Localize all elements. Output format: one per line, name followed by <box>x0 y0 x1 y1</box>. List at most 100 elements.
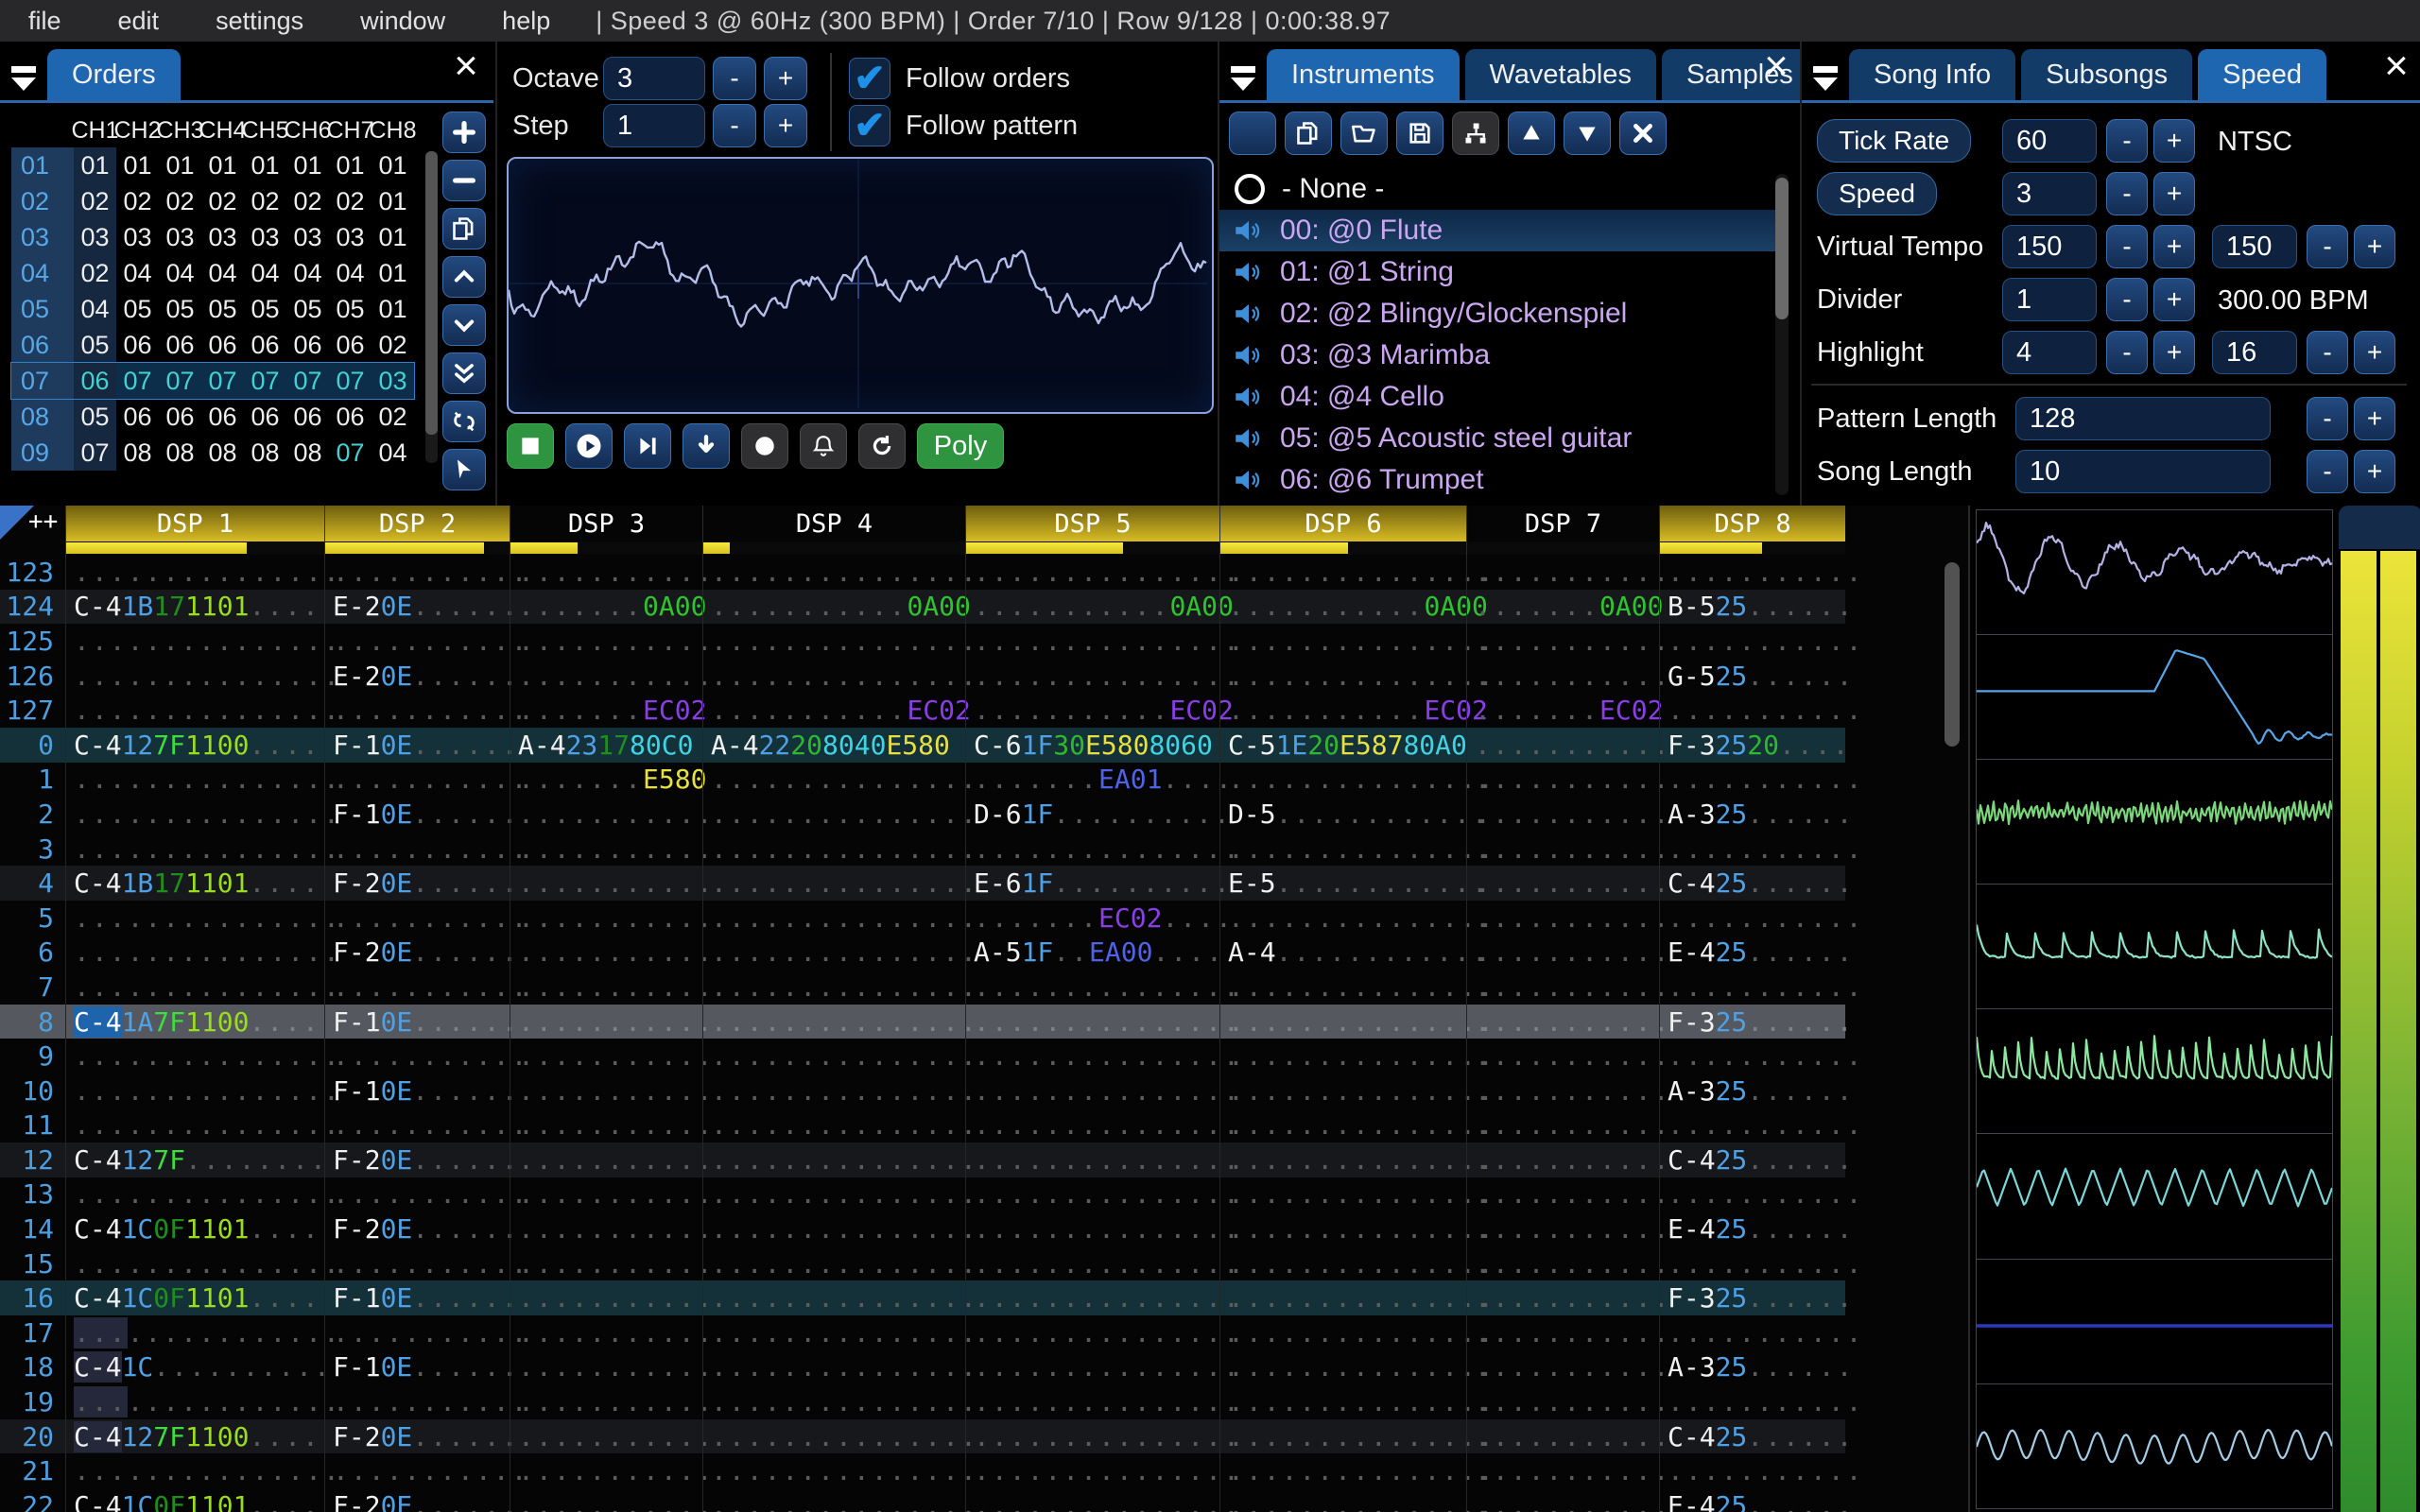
order-cell[interactable]: 01 <box>74 147 116 183</box>
pattern-cell[interactable]: C-4 1C 0F 1101.... <box>65 1211 324 1246</box>
pattern-cell[interactable]: F-2 0E...... <box>324 1488 517 1512</box>
unlink-button[interactable] <box>442 401 486 442</box>
pattern-row-126[interactable]: 126............... E-2 0E.................… <box>0 658 1852 694</box>
pattern-cell[interactable]: G-5 25...... <box>1659 658 1852 694</box>
duplicate-button[interactable] <box>1285 112 1332 155</box>
pattern-cell[interactable]: ........... <box>324 693 527 728</box>
pattern-row-4[interactable]: 4 C-4 1B 17 1101.... F-2 0E...................… <box>0 866 1852 901</box>
menu-help[interactable]: help <box>474 7 579 36</box>
octave-input[interactable]: 3 <box>603 57 705 100</box>
pattern-row-8[interactable]: 8 C-4 1A 7F 1100.... F-1 0E...................… <box>0 1004 1852 1040</box>
pattern-row-124[interactable]: 124 C-4 1B 17 1101.... E-2 0E............. 0A00… <box>0 589 1852 625</box>
pattern-cell[interactable]: C-5 1E 20 E587 80A0 <box>1219 727 1467 763</box>
order-cell[interactable]: 07 <box>116 363 159 399</box>
pattern-cell[interactable]: C-6 1F 30 E580 8060 <box>965 727 1219 763</box>
stop-button[interactable] <box>507 423 554 469</box>
pattern-cell[interactable]: ............... <box>1219 658 1494 694</box>
pattern-cell[interactable]: ............... <box>65 693 339 728</box>
octave-decrease-button[interactable]: - <box>713 57 756 100</box>
pattern-cell[interactable]: ........... <box>1466 1315 1668 1350</box>
order-cell[interactable]: 02 <box>244 183 286 219</box>
order-cell[interactable]: 06 <box>329 327 372 363</box>
pattern-cell[interactable]: ........... <box>1466 1108 1668 1143</box>
pattern-cell[interactable]: ............... <box>1219 1246 1494 1281</box>
order-cell[interactable]: 06 <box>74 363 116 399</box>
pattern-cell[interactable]: ............... <box>702 1211 977 1246</box>
pattern-cell[interactable]: ............... <box>1219 1488 1494 1512</box>
tick-rate-button[interactable]: Tick Rate <box>1817 119 1972 163</box>
order-cell[interactable]: 03 <box>201 219 244 255</box>
pattern-cell[interactable]: ........... <box>1466 658 1668 694</box>
pattern-row-17[interactable]: 17......................................… <box>0 1315 1861 1350</box>
order-cell[interactable]: 06 <box>201 399 244 435</box>
pattern-cell[interactable]: ............... <box>65 1384 339 1419</box>
tick-rate-decrease-button[interactable]: - <box>2106 119 2148 163</box>
pattern-cell[interactable]: ............... <box>965 1143 1239 1177</box>
pattern-cell[interactable]: ........... <box>1466 1349 1668 1385</box>
pattern-cell[interactable]: ............... <box>965 1384 1239 1419</box>
pattern-row-0[interactable]: 0 C-4 12 7F 1100.... F-1 0E...... A-4 23 17 80C0 A-… <box>0 727 1848 763</box>
pattern-row-16[interactable]: 16 C-4 1C 0F 1101.... F-1 0E..................… <box>0 1280 1852 1316</box>
order-cell[interactable]: 07 <box>329 435 372 471</box>
pattern-cell[interactable]: A-3 25...... <box>1659 797 1852 832</box>
move-down-button[interactable] <box>1564 112 1611 155</box>
vt1-decrease-button[interactable]: - <box>2106 225 2148 268</box>
step-decrease-button[interactable]: - <box>713 104 756 147</box>
pattern-cell[interactable]: ............... <box>965 970 1239 1005</box>
order-cell[interactable]: 04 <box>74 291 116 327</box>
pattern-cell[interactable]: ........... 0A00 <box>965 589 1234 625</box>
order-cell[interactable]: 02 <box>201 183 244 219</box>
pattern-cell[interactable]: ............... <box>1219 1453 1494 1489</box>
order-cell[interactable]: 06 <box>159 399 201 435</box>
pattern-cell[interactable]: ............... <box>965 1488 1239 1512</box>
hl2-decrease-button[interactable]: - <box>2307 331 2348 374</box>
order-cell[interactable]: 04 <box>201 255 244 291</box>
order-cell[interactable]: 08 <box>159 435 201 471</box>
instrument-item[interactable]: 01: @1 String <box>1219 251 1787 293</box>
menu-edit[interactable]: edit <box>90 7 188 36</box>
double-chevron-down-button[interactable] <box>442 352 486 394</box>
pattern-cell[interactable]: ............... <box>702 935 977 971</box>
pattern-cell[interactable]: ............... <box>702 555 977 590</box>
pattern-cell[interactable]: A-4 22 20 8040 E580 <box>702 727 965 763</box>
order-row-09[interactable]: 09 07 08 08 08 08 08 07 04 <box>11 435 414 471</box>
chevron-up-button[interactable] <box>442 256 486 298</box>
pattern-cell[interactable]: ........... <box>510 1280 712 1316</box>
order-cell[interactable]: 07 <box>201 363 244 399</box>
pattern-row-125[interactable]: 125.....................................… <box>0 624 1861 659</box>
divider-decrease-button[interactable]: - <box>2106 278 2148 321</box>
pattern-cell[interactable]: ........... <box>324 1246 527 1281</box>
pattern-cell[interactable]: ........... <box>510 1004 712 1040</box>
pattern-cell[interactable]: ............... <box>65 555 339 590</box>
channel-header-4[interactable]: DSP 4 <box>702 506 965 555</box>
order-row-06[interactable]: 06 05 06 06 06 06 06 06 02 <box>11 327 414 363</box>
play-from-cursor-button[interactable] <box>624 423 671 469</box>
order-cell[interactable]: 02 <box>159 183 201 219</box>
order-cell[interactable]: 01 <box>372 219 414 255</box>
speed-button[interactable]: Speed <box>1817 172 1937 215</box>
pattern-cell[interactable]: ........... <box>1659 1039 1861 1074</box>
tab-samples[interactable]: Samples <box>1661 49 1818 100</box>
order-cell[interactable]: 02 <box>74 255 116 291</box>
pattern-cell[interactable]: ............... <box>1219 1073 1494 1108</box>
tab-song-info[interactable]: Song Info <box>1849 49 2016 100</box>
pattern-cell[interactable]: ........... <box>510 970 712 1005</box>
pattern-cell[interactable]: ............... <box>65 935 339 971</box>
order-row-08[interactable]: 08 05 06 06 06 06 06 06 02 <box>11 399 414 435</box>
order-cell[interactable]: 01 <box>201 147 244 183</box>
orders-grid[interactable]: 01 01 01 01 01 01 01 01 01 02 02 02 02 02 02 02 02 01 03 03… <box>10 147 415 471</box>
pattern-cell[interactable]: ........... <box>324 970 527 1005</box>
song-length-input[interactable]: 10 <box>2015 450 2271 493</box>
tick-rate-increase-button[interactable]: + <box>2153 119 2195 163</box>
order-cell[interactable]: 08 <box>201 435 244 471</box>
pattern-cell[interactable]: E-5............ <box>1219 866 1488 901</box>
pattern-cell[interactable]: D-6 1F.......... <box>965 797 1230 832</box>
virtual-tempo-numerator-input[interactable]: 150 <box>2002 225 2097 268</box>
order-row-01[interactable]: 01 01 01 01 01 01 01 01 01 <box>11 147 414 183</box>
pattern-cell[interactable]: ........... <box>1659 693 1861 728</box>
pattern-cell[interactable]: ............... <box>965 1211 1239 1246</box>
pattern-cell[interactable]: E-4 25...... <box>1659 1211 1852 1246</box>
pattern-cell[interactable]: ........... <box>510 1418 712 1454</box>
pattern-cell[interactable]: ........... <box>1466 1073 1668 1108</box>
order-cell[interactable]: 05 <box>74 327 116 363</box>
